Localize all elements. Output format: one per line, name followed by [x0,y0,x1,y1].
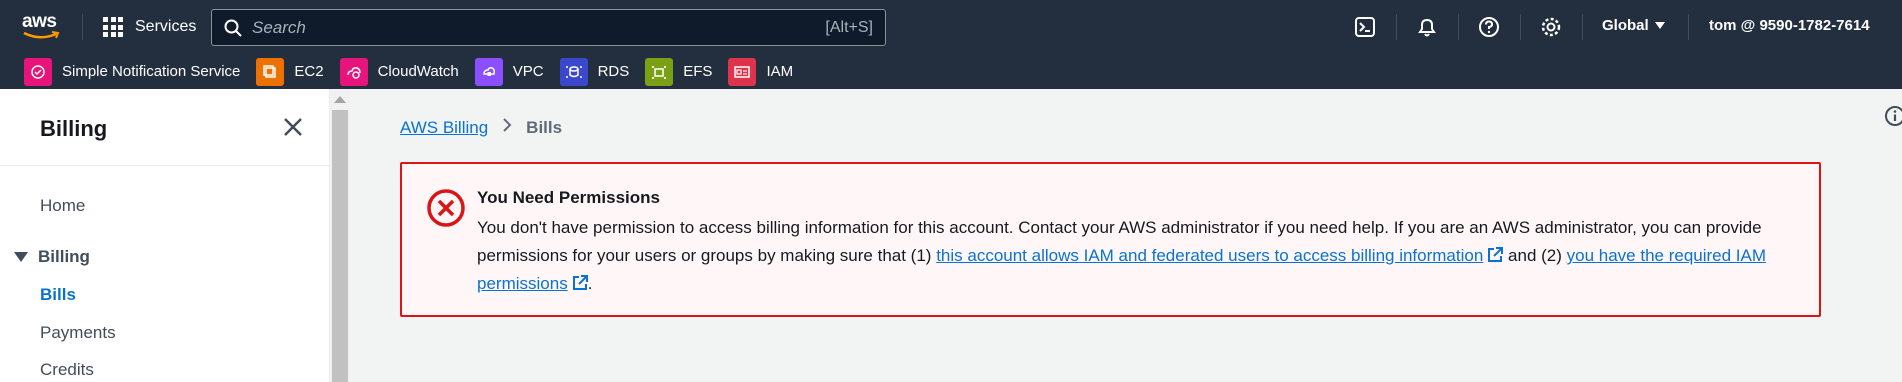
alert-title: You Need Permissions [477,188,660,207]
services-menu-button[interactable]: Services [103,14,196,40]
link-label: this account allows IAM and federated us… [936,246,1484,265]
breadcrumb-link-aws-billing[interactable]: AWS Billing [400,118,488,138]
top-navigation: aws Services [Alt+S] Global [0,0,1902,54]
external-link-icon [1488,247,1504,262]
side-navigation: Billing Home Billing Bills Payments Cred… [0,89,330,382]
chevron-right-icon [502,117,512,138]
breadcrumb: AWS Billing Bills [400,117,562,138]
notifications-icon[interactable] [1414,14,1440,40]
billing-access-link[interactable]: this account allows IAM and federated us… [936,246,1504,265]
breadcrumb-current: Bills [526,117,563,137]
sidebar-item-bills[interactable]: Bills [40,285,76,305]
favorite-label: EFS [683,63,713,80]
sidebar-item-payments[interactable]: Payments [40,323,116,343]
settings-icon[interactable] [1538,14,1564,40]
close-icon[interactable] [283,117,303,137]
favorite-efs[interactable]: EFS [645,57,713,86]
grid-icon [103,17,123,37]
sidebar-item-credits[interactable]: Credits [40,360,94,380]
favorite-ec2[interactable]: EC2 [256,57,324,86]
account-label: tom @ 9590-1782-7614 [1709,17,1870,34]
vpc-icon [474,57,503,86]
sns-icon [24,57,52,86]
favorite-label: CloudWatch [377,63,459,80]
cloudshell-icon[interactable] [1352,14,1378,40]
efs-icon [645,57,674,86]
info-icon[interactable] [1884,105,1902,127]
divider [1396,14,1397,40]
favorite-label: VPC [512,63,544,80]
favorite-label: IAM [766,63,794,80]
favorite-cloudwatch[interactable]: CloudWatch [339,57,459,86]
divider [82,14,83,40]
favorite-rds[interactable]: RDS [559,57,630,86]
aws-logo[interactable]: aws [22,12,64,42]
search-shortcut: [Alt+S] [825,18,873,36]
section-label: Billing [38,247,90,266]
aws-logo-text: aws [22,11,57,32]
account-menu[interactable]: tom @ 9590-1782-7614 [1709,17,1870,34]
iam-icon [728,57,757,86]
search-bar[interactable]: [Alt+S] [211,9,886,46]
favorite-label: Simple Notification Service [62,63,241,80]
rds-icon [559,57,588,86]
divider [1458,14,1459,40]
divider [1582,14,1583,40]
cloudwatch-icon [339,57,368,86]
alert-text: . [587,274,593,293]
scroll-up-arrow-icon[interactable] [334,96,346,103]
favorites-bar: Simple Notification Service EC2 CloudWat… [0,54,1902,89]
favorite-label: EC2 [294,63,324,80]
region-selector[interactable]: Global [1602,17,1665,34]
search-icon [224,19,242,37]
aws-smile-icon [23,31,60,39]
favorite-sns[interactable]: Simple Notification Service [24,57,241,86]
alert-message: You don't have permission to access bill… [477,214,1807,298]
sidenav-title: Billing [40,116,108,141]
favorite-iam[interactable]: IAM [728,57,794,86]
alert-text: and (2) [1503,246,1567,265]
help-icon[interactable] [1476,14,1502,40]
sidebar-item-home[interactable]: Home [40,196,85,216]
favorite-vpc[interactable]: VPC [474,57,544,86]
external-link-icon [572,275,588,290]
error-alert: You Need Permissions You don't have perm… [400,162,1821,317]
scrollbar-thumb[interactable] [332,110,348,382]
divider [1688,14,1689,40]
caret-down-icon [1654,22,1665,29]
sidebar-section-billing[interactable]: Billing [14,247,90,267]
favorite-label: RDS [597,63,630,80]
divider [1520,14,1521,40]
ec2-icon [256,57,285,86]
services-label: Services [135,18,197,35]
divider [0,165,330,166]
region-label: Global [1602,17,1649,34]
search-input[interactable] [252,17,826,38]
error-icon [427,189,465,227]
caret-down-icon [14,252,28,262]
